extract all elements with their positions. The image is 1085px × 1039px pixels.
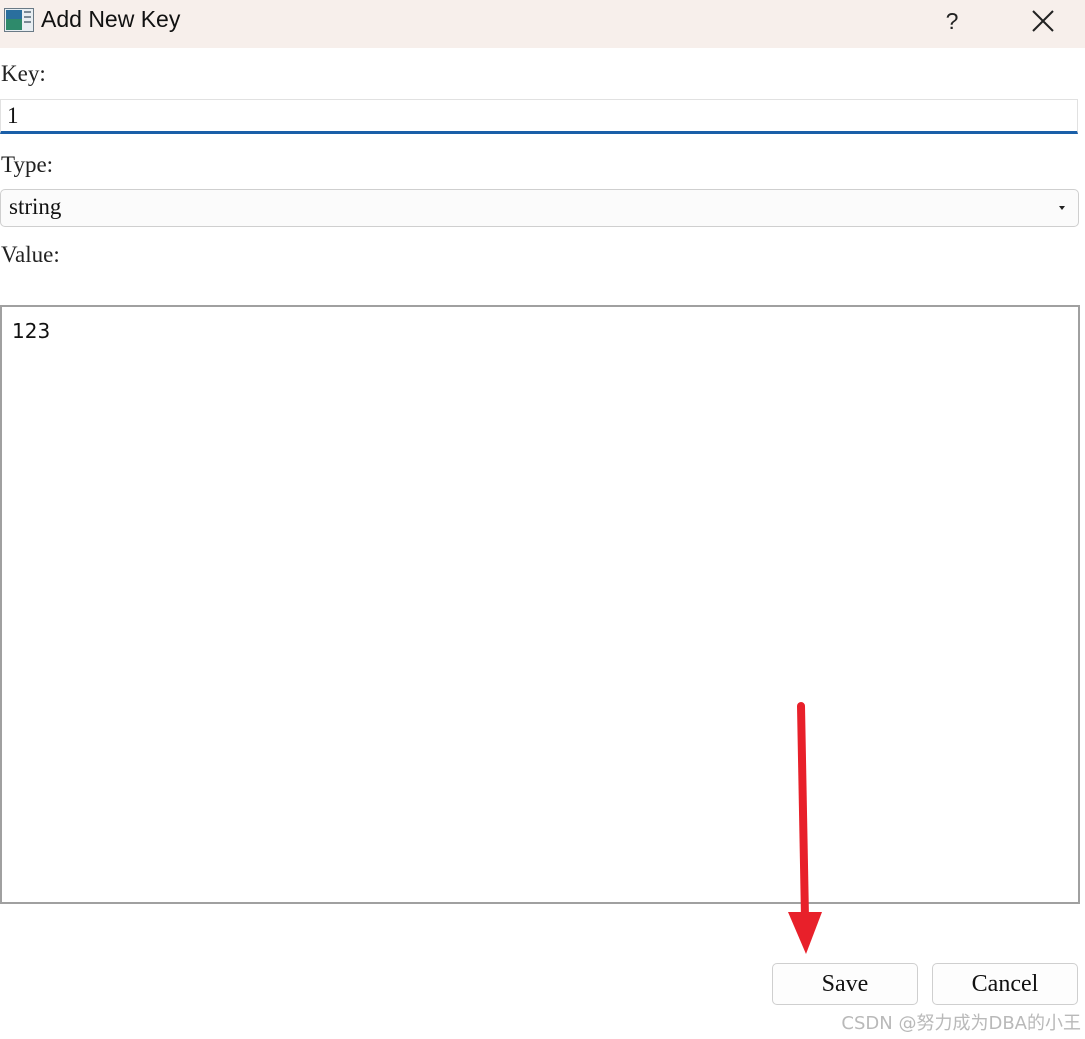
window-title: Add New Key (41, 6, 181, 32)
value-textarea[interactable]: 123 (0, 305, 1080, 904)
chevron-down-icon (1059, 206, 1065, 210)
help-button[interactable]: ? (936, 4, 968, 38)
key-input[interactable] (0, 99, 1078, 134)
cancel-button[interactable]: Cancel (932, 963, 1078, 1005)
type-label: Type: (1, 152, 54, 177)
save-button[interactable]: Save (772, 963, 918, 1005)
watermark: CSDN @努力成为DBA的小王 (841, 1013, 1081, 1034)
type-selected-value: string (9, 194, 62, 219)
type-dropdown[interactable]: string (0, 189, 1079, 227)
close-icon[interactable] (1022, 4, 1064, 38)
key-label: Key: (1, 61, 46, 86)
value-label: Value: (1, 242, 60, 267)
title-bar: Add New Key ? (0, 0, 1085, 48)
app-icon (4, 8, 34, 32)
value-text: 123 (12, 319, 51, 343)
